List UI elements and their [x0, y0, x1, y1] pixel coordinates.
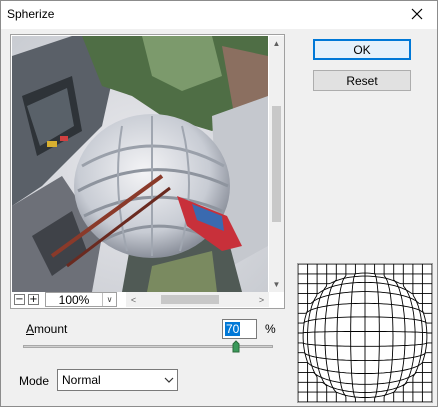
close-icon — [411, 8, 423, 20]
zoom-dropdown[interactable]: 100% ∨ — [45, 292, 117, 307]
title-bar: Spherize — [1, 1, 437, 29]
scroll-down-arrow-icon[interactable]: ▼ — [269, 277, 284, 292]
grid-line-vertical — [374, 264, 380, 402]
amount-label: Amount — [26, 322, 68, 336]
ok-button[interactable]: OK — [313, 39, 411, 60]
horizontal-scrollbar[interactable]: < > — [126, 292, 269, 307]
percent-label: % — [265, 322, 276, 336]
preview-image[interactable] — [12, 36, 268, 292]
amount-slider-thumb[interactable] — [232, 340, 240, 353]
vertical-scroll-thumb[interactable] — [272, 106, 281, 222]
spherize-dialog: Spherize ▲ ▼ − + 100% ∨ < > OK Reset Amo… — [0, 0, 438, 407]
mode-value: Normal — [62, 373, 101, 387]
scroll-up-arrow-icon[interactable]: ▲ — [269, 36, 284, 51]
window-title: Spherize — [7, 7, 55, 21]
horizontal-scroll-thumb[interactable] — [161, 295, 219, 304]
amount-value: 70 — [225, 322, 241, 336]
zoom-in-button[interactable]: + — [28, 294, 39, 305]
grid-line-vertical — [307, 264, 318, 402]
mode-label: Mode — [19, 374, 50, 388]
spherized-photo — [12, 36, 268, 292]
vertical-scrollbar[interactable]: ▲ ▼ — [269, 36, 284, 292]
close-button[interactable] — [403, 3, 431, 25]
spherize-grid — [297, 263, 433, 403]
grid-line-vertical — [412, 264, 423, 402]
mode-select[interactable]: Normal — [57, 369, 178, 391]
zoom-out-button[interactable]: − — [14, 294, 25, 305]
amount-input[interactable]: 70 — [222, 319, 257, 339]
chevron-down-icon[interactable] — [161, 377, 177, 383]
distortion-grid-preview — [297, 263, 433, 403]
zoom-value: 100% — [58, 292, 90, 307]
scroll-left-arrow-icon[interactable]: < — [126, 292, 141, 307]
reset-button[interactable]: Reset — [313, 70, 411, 91]
zoom-controls: − + 100% ∨ — [14, 292, 117, 307]
grid-line-vertical — [350, 264, 356, 402]
preview-panel: ▲ ▼ − + 100% ∨ < > — [10, 34, 285, 309]
scroll-right-arrow-icon[interactable]: > — [254, 292, 269, 307]
chevron-down-icon[interactable]: ∨ — [102, 293, 116, 306]
